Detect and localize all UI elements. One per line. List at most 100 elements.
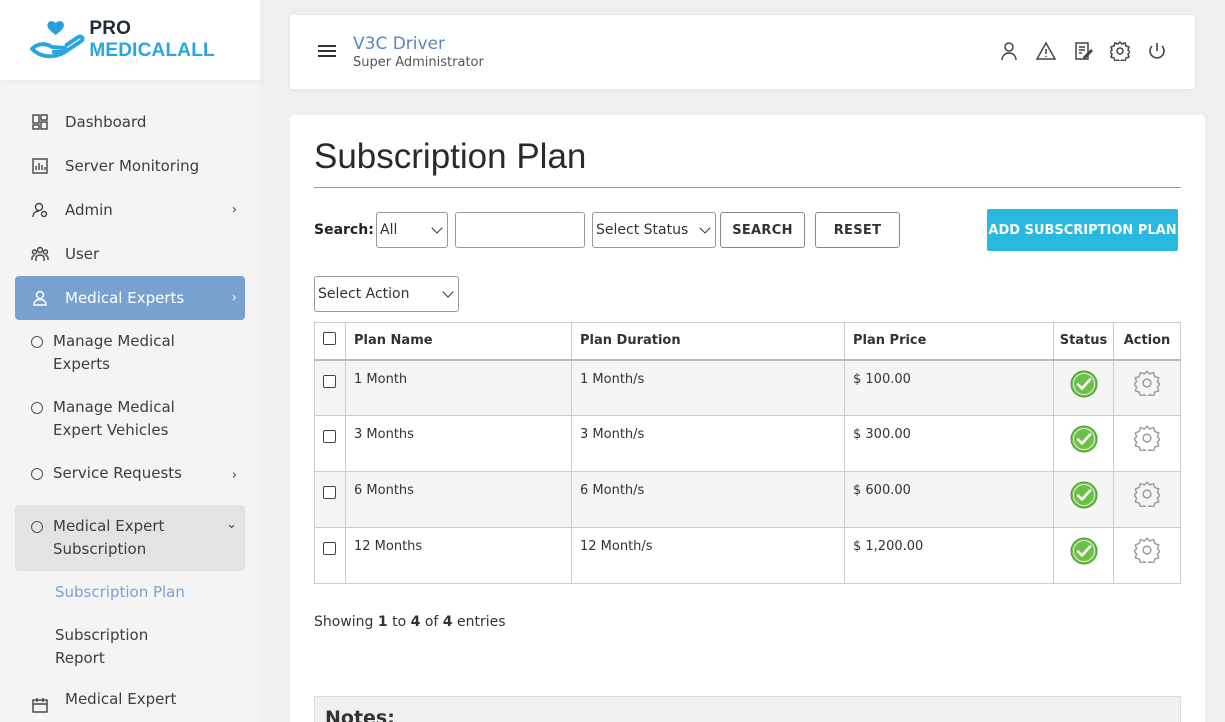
select-action-dropdown[interactable]: Select Action xyxy=(314,276,459,312)
sidebar-item-server-monitoring[interactable]: Server Monitoring xyxy=(15,144,245,188)
label-line: Experts xyxy=(53,355,110,373)
status-cell xyxy=(1053,471,1114,528)
user-icon xyxy=(31,289,49,307)
row-select-cell xyxy=(314,527,346,584)
search-field-value: All xyxy=(380,222,398,238)
plan-duration-cell: 12 Month/s xyxy=(571,527,845,584)
status-active-check-icon[interactable] xyxy=(1070,370,1098,398)
showing-to: 4 xyxy=(410,614,421,630)
gear-icon[interactable] xyxy=(1132,369,1162,398)
showing-prefix: Showing xyxy=(314,614,374,630)
brand-logo[interactable]: PRO MEDICALALL xyxy=(0,0,260,80)
sidebar-subitem-label: Manage Medical Expert Vehicles xyxy=(53,396,175,462)
users-icon xyxy=(31,245,49,263)
status-active-check-icon[interactable] xyxy=(1070,425,1098,453)
header-icons xyxy=(999,41,1167,61)
status-select[interactable]: Select Status xyxy=(592,212,716,248)
sidebar-item-medical-expert[interactable]: Medical Expert xyxy=(15,690,245,716)
sidebar-item-dashboard[interactable]: Dashboard xyxy=(15,100,245,144)
gear-icon[interactable] xyxy=(1132,481,1162,510)
action-cell xyxy=(1113,471,1181,528)
sidebar-subitem-manage-medical-experts[interactable]: Manage Medical Experts xyxy=(15,330,245,396)
table-row: 6 Months 6 Month/s $ 600.00 xyxy=(314,471,1181,528)
chart-icon xyxy=(31,157,49,175)
user-role: Super Administrator xyxy=(353,55,484,70)
search-field-select[interactable]: All xyxy=(376,212,448,248)
chevron-right-icon: › xyxy=(231,468,237,483)
plan-price-cell: $ 100.00 xyxy=(844,359,1054,416)
sidebar: PRO MEDICALALL Dashboard Server Monitori… xyxy=(0,0,260,722)
status-active-check-icon[interactable] xyxy=(1070,481,1098,509)
select-all-checkbox[interactable] xyxy=(323,332,336,346)
row-checkbox[interactable] xyxy=(323,374,336,388)
circle-bullet-icon xyxy=(31,402,43,414)
showing-of-word: of xyxy=(424,614,439,630)
admin-icon xyxy=(31,201,49,219)
sidebar-item-medical-experts[interactable]: Medical Experts › xyxy=(15,276,245,320)
circle-bullet-icon xyxy=(31,336,43,348)
sidebar-subitem-label: Service Requests xyxy=(53,464,182,482)
calendar-icon xyxy=(31,696,49,714)
sidebar-item-user[interactable]: User xyxy=(15,232,245,276)
label-line: Medical Expert xyxy=(53,517,165,535)
chevron-right-icon: › xyxy=(231,202,237,218)
sidebar-subitem-service-requests[interactable]: Service Requests › xyxy=(15,462,245,505)
profile-icon[interactable] xyxy=(999,41,1019,61)
sidebar-subitem-medical-expert-subscription[interactable]: Medical Expert Subscription ⌄ xyxy=(15,505,245,571)
main-card: Subscription Plan Search: All Select Sta… xyxy=(290,115,1205,722)
search-input[interactable] xyxy=(455,212,585,248)
row-checkbox[interactable] xyxy=(323,542,336,555)
plan-name-cell: 6 Months xyxy=(345,471,572,528)
title-divider xyxy=(314,187,1181,188)
gear-icon[interactable] xyxy=(1132,425,1162,454)
sidebar-subitem-subscription-report[interactable]: Subscription Report xyxy=(15,624,245,690)
table-row: 1 Month 1 Month/s $ 100.00 xyxy=(314,359,1181,416)
circle-bullet-icon xyxy=(31,521,43,533)
label-line: Report xyxy=(55,649,105,667)
plan-name-cell: 1 Month xyxy=(345,359,572,416)
column-header-action: Action xyxy=(1113,322,1181,361)
sidebar-subitem-label: Medical Expert Subscription xyxy=(53,515,164,571)
column-header-plan-price[interactable]: Plan Price xyxy=(844,322,1054,361)
subscription-plan-table: Plan Name Plan Duration Plan Price Statu… xyxy=(314,322,1181,584)
dashboard-icon xyxy=(31,113,49,131)
sidebar-subitem-subscription-plan[interactable]: Subscription Plan xyxy=(15,581,245,624)
reset-button[interactable]: RESET xyxy=(815,212,900,248)
column-header-plan-duration[interactable]: Plan Duration xyxy=(571,322,845,361)
showing-from: 1 xyxy=(377,614,388,630)
hamburger-menu-icon[interactable] xyxy=(318,45,336,60)
sidebar-nav: Dashboard Server Monitoring Admin › User xyxy=(15,100,245,716)
search-label: Search: xyxy=(314,222,374,238)
table-row: 3 Months 3 Month/s $ 300.00 xyxy=(314,415,1181,472)
row-select-cell xyxy=(314,471,346,528)
page-title: Subscription Plan xyxy=(314,137,587,176)
row-checkbox[interactable] xyxy=(323,430,336,443)
plan-price-cell: $ 1,200.00 xyxy=(844,527,1054,584)
column-header-plan-name[interactable]: Plan Name xyxy=(345,322,572,361)
power-icon[interactable] xyxy=(1147,41,1167,61)
plan-name-cell: 3 Months xyxy=(345,415,572,472)
sidebar-subitem-manage-vehicles[interactable]: Manage Medical Expert Vehicles xyxy=(15,396,245,462)
status-cell xyxy=(1053,527,1114,584)
add-subscription-plan-button[interactable]: ADD SUBSCRIPTION PLAN xyxy=(987,209,1178,251)
settings-icon[interactable] xyxy=(1110,41,1130,61)
label-line: Subscription xyxy=(55,626,149,644)
warning-icon[interactable] xyxy=(1036,41,1056,61)
sidebar-item-label: Admin xyxy=(65,201,113,219)
search-button[interactable]: SEARCH xyxy=(720,212,805,248)
sidebar-item-label: Medical Experts xyxy=(65,289,185,307)
sidebar-item-admin[interactable]: Admin › xyxy=(15,188,245,232)
gear-icon[interactable] xyxy=(1132,537,1162,566)
plan-price-cell: $ 600.00 xyxy=(844,471,1054,528)
row-checkbox[interactable] xyxy=(323,486,336,499)
action-cell xyxy=(1113,527,1181,584)
brand-name: PRO MEDICALALL xyxy=(89,18,260,62)
edit-note-icon[interactable] xyxy=(1073,41,1093,61)
column-header-status: Status xyxy=(1053,322,1114,361)
chevron-down-icon: ⌄ xyxy=(226,517,237,532)
status-active-check-icon[interactable] xyxy=(1070,537,1098,565)
status-cell xyxy=(1053,359,1114,416)
action-cell xyxy=(1113,359,1181,416)
label-line: Manage Medical xyxy=(53,332,175,350)
select-action-value: Select Action xyxy=(318,286,410,302)
